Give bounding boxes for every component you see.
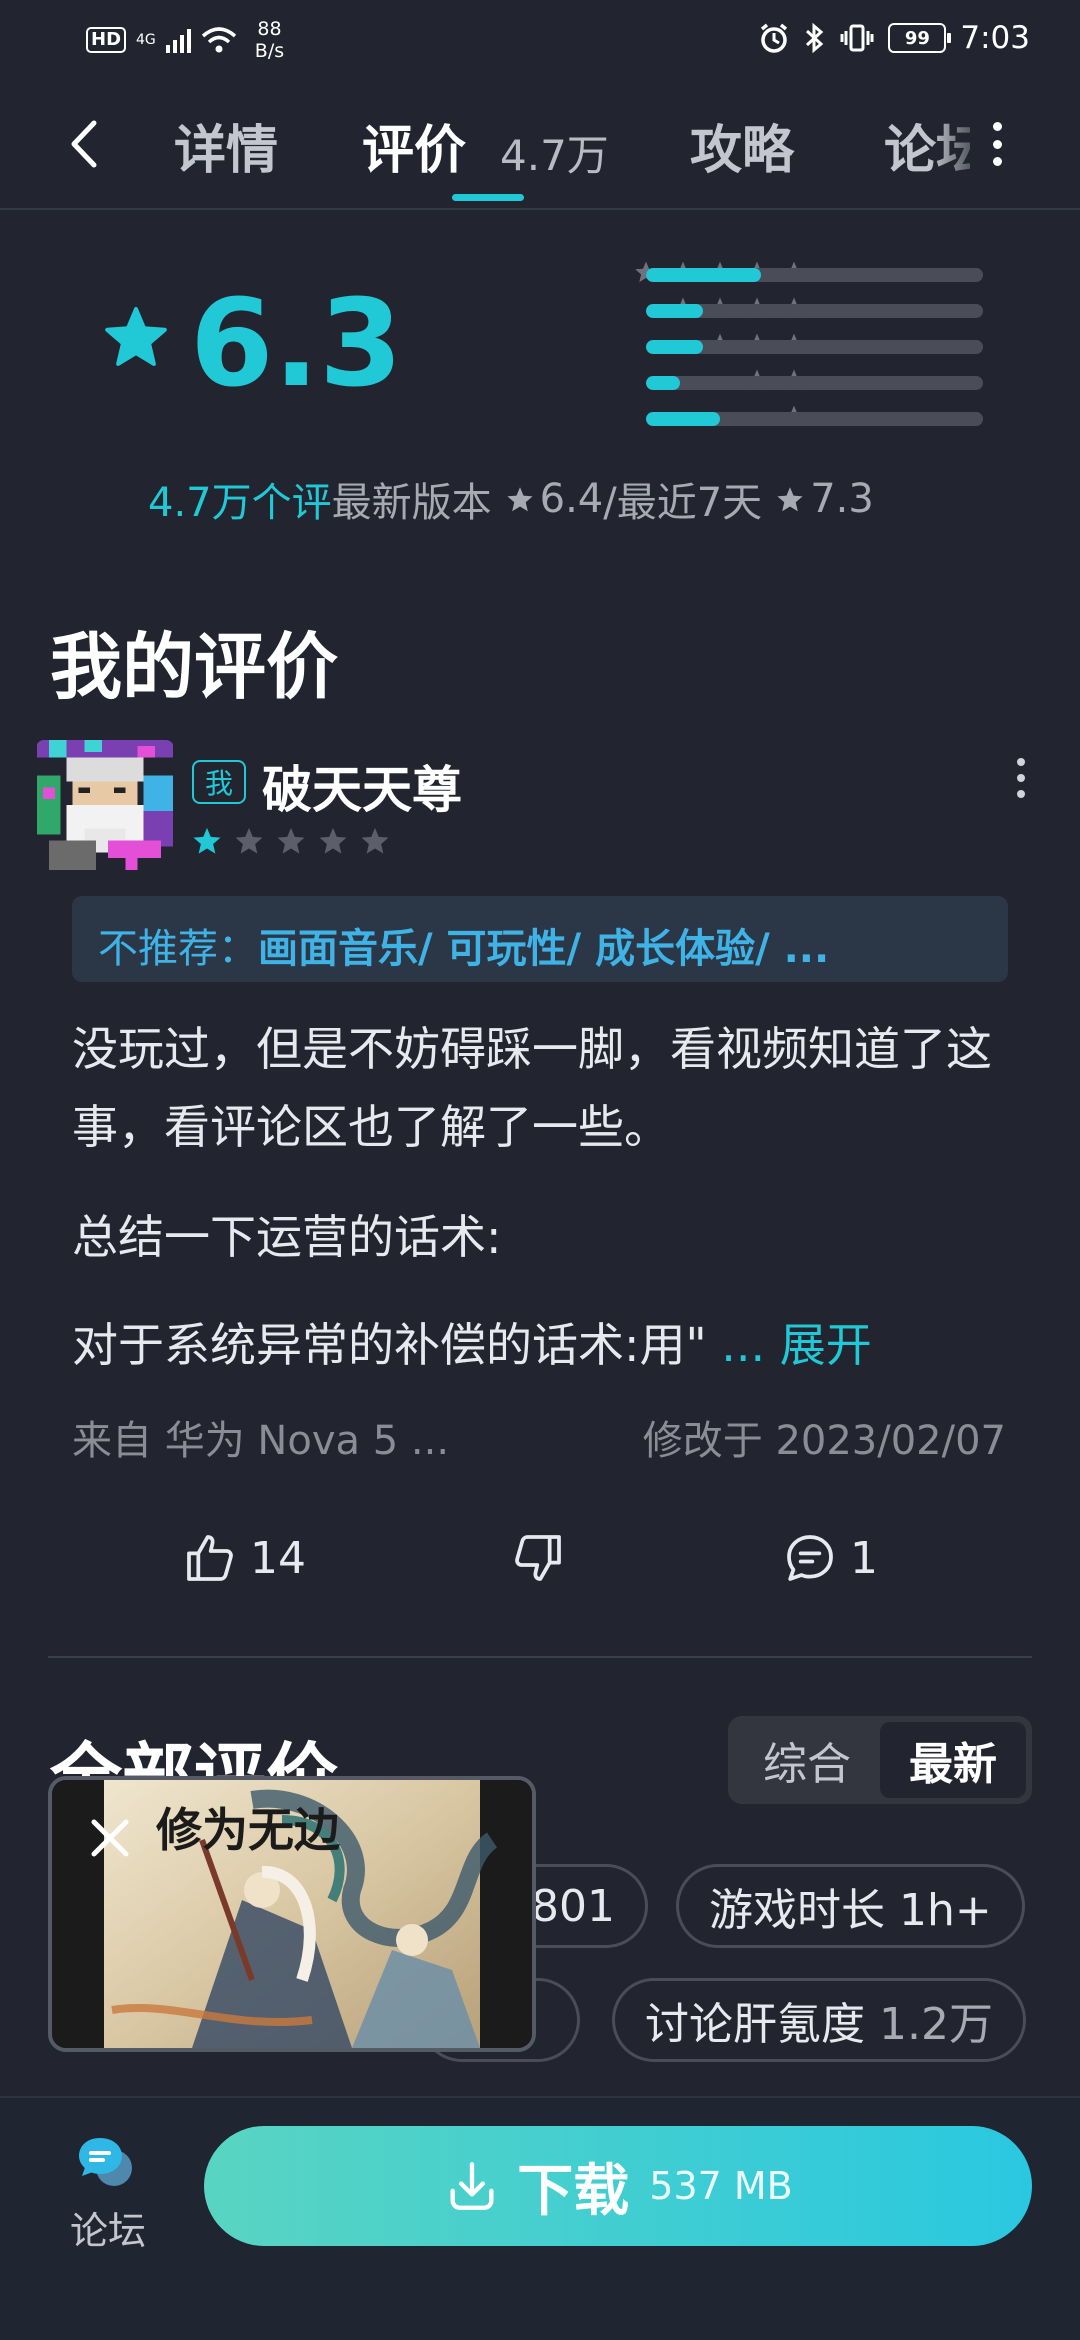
- filter-chip-label: 讨论肝氪度: [645, 1999, 865, 2050]
- vibrate-icon: [840, 24, 874, 52]
- like-count: 14: [250, 1532, 306, 1584]
- star-icon: [507, 486, 533, 511]
- alarm-icon: [761, 23, 788, 53]
- filter-chip-label: 游戏时长 1h+: [709, 1885, 992, 1936]
- rating-row-fill: [646, 376, 680, 390]
- download-label: 下载: [517, 2158, 630, 2224]
- review-paragraph-3: 对于系统异常的补偿的话术:用" ... 展开: [72, 1306, 1012, 1384]
- rating-count: 4.7万个评: [148, 480, 332, 526]
- divider: [48, 1656, 1032, 1658]
- status-left: HD 4G 88 B/s: [86, 18, 284, 62]
- star-icon: [361, 827, 389, 854]
- comment-button[interactable]: 1: [782, 1530, 878, 1586]
- clock: 7:03: [960, 20, 1030, 56]
- net-speed-unit: B/s: [254, 40, 285, 62]
- rating-row-bar: [646, 304, 983, 318]
- active-tab-indicator: [452, 194, 524, 201]
- my-rating-stars: [192, 826, 390, 856]
- my-review-title: 我的评价: [50, 625, 339, 709]
- expand-link[interactable]: ... 展开: [721, 1318, 872, 1372]
- status-bar: HD 4G 88 B/s 99 7:03: [0, 0, 1080, 84]
- latest-version-score: 6.4: [539, 476, 604, 522]
- review-paragraph-2: 总结一下运营的话术:: [72, 1210, 502, 1264]
- review-paragraph-3-text: 对于系统异常的补偿的话术:用": [72, 1318, 722, 1372]
- comment-count: 1: [850, 1532, 878, 1584]
- tab-reviews-count: 4.7万: [500, 131, 609, 180]
- tab-reviews[interactable]: 评价: [362, 108, 466, 183]
- sort-toggle: 综合 最新: [728, 1716, 1032, 1804]
- thumbs-down-icon: [515, 1535, 561, 1581]
- wifi-icon: [201, 27, 236, 53]
- star-icon: [319, 827, 347, 854]
- status-right: 99 7:03: [758, 20, 1030, 56]
- thumbs-up-icon: [187, 1535, 233, 1581]
- username[interactable]: 破天天尊: [262, 750, 462, 822]
- rating-summary-line: 4.7万个评 最新版本 6.4 /最近7天 7.3: [148, 470, 874, 528]
- avatar[interactable]: [36, 740, 174, 870]
- filter-chip-count: 1.2万: [879, 1999, 993, 2050]
- hd-badge: HD: [86, 27, 127, 53]
- star-icon: [193, 827, 221, 854]
- more-options-button[interactable]: [990, 122, 1004, 166]
- like-button[interactable]: 14: [182, 1530, 306, 1586]
- tab-details[interactable]: 详情: [174, 108, 278, 183]
- rating-row-fill: [646, 268, 761, 282]
- rating-row-3-star: [430, 333, 990, 356]
- bluetooth-icon: [806, 22, 824, 54]
- review-more-button[interactable]: [1015, 758, 1027, 798]
- net-speed: 88 B/s: [255, 18, 284, 62]
- net-speed-value: 88: [257, 18, 282, 40]
- review-device: 来自 华为 Nova 5 ...: [72, 1418, 450, 1464]
- battery-icon: 99: [888, 23, 952, 53]
- network-type: 4G: [136, 32, 156, 48]
- download-button[interactable]: 下载 537 MB: [204, 2126, 1032, 2246]
- tab-guides[interactable]: 攻略: [690, 108, 794, 183]
- download-size: 537 MB: [649, 2164, 793, 2208]
- not-recommend-items: 画面音乐/ 可玩性/ 成长体验/ ...: [258, 926, 830, 972]
- download-icon: [450, 2162, 494, 2210]
- filter-chip-grind[interactable]: 讨论肝氪度 1.2万: [612, 1978, 1026, 2062]
- back-button[interactable]: [58, 114, 108, 174]
- rating-row-fill: [646, 412, 721, 426]
- average-score: 6.3: [190, 275, 403, 414]
- top-nav: 详情 评价 4.7万 攻略 论坛: [0, 84, 1080, 210]
- rating-row-bar: [646, 268, 983, 282]
- sort-option-overall[interactable]: 综合: [734, 1722, 880, 1798]
- rating-row-bar: [646, 340, 983, 354]
- dislike-button[interactable]: [510, 1530, 566, 1586]
- rating-row-5-star: [430, 261, 990, 284]
- rating-row-fill: [646, 304, 704, 318]
- rating-row-fill: [646, 340, 704, 354]
- rating-row-bar: [646, 376, 983, 390]
- tab-fade: [930, 94, 990, 194]
- review-paragraph-1: 没玩过，但是不妨碍踩一脚，看视频知道了这事，看评论区也了解了一些。: [72, 1022, 992, 1154]
- me-badge: 我: [192, 760, 246, 804]
- filter-chip-playtime[interactable]: 游戏时长 1h+: [676, 1864, 1025, 1948]
- star-icon: [277, 827, 305, 854]
- star-icon: [777, 486, 803, 511]
- not-recommend-tags: 不推荐：画面音乐/ 可玩性/ 成长体验/ ...: [72, 896, 1008, 982]
- chevron-left-icon: [71, 120, 97, 168]
- rating-row-4-star: [430, 297, 990, 320]
- video-caption: 修为无边: [156, 1803, 340, 1857]
- signal-icon: [165, 27, 191, 53]
- rating-row-2-star: [430, 369, 990, 392]
- rating-star-icon: [105, 307, 167, 366]
- forum-label: 论坛: [70, 2209, 147, 2253]
- latest-version-label: 最新版本: [331, 480, 492, 526]
- review-modified-date: 修改于 2023/02/07: [642, 1418, 1006, 1464]
- recent-label: /最近7天: [603, 480, 763, 526]
- comment-icon: [787, 1535, 833, 1581]
- not-recommend-label: 不推荐：: [98, 926, 258, 972]
- forum-icon: [79, 2138, 132, 2186]
- filter-chip-count: 801: [531, 1880, 615, 1932]
- close-icon[interactable]: [82, 1810, 138, 1866]
- floating-video-player[interactable]: 修为无边: [48, 1776, 536, 2052]
- sort-option-latest[interactable]: 最新: [880, 1722, 1026, 1798]
- rating-row-bar: [646, 412, 983, 426]
- star-icon: [235, 827, 263, 854]
- rating-row-1-star: [430, 405, 990, 428]
- recent-score: 7.3: [810, 476, 874, 522]
